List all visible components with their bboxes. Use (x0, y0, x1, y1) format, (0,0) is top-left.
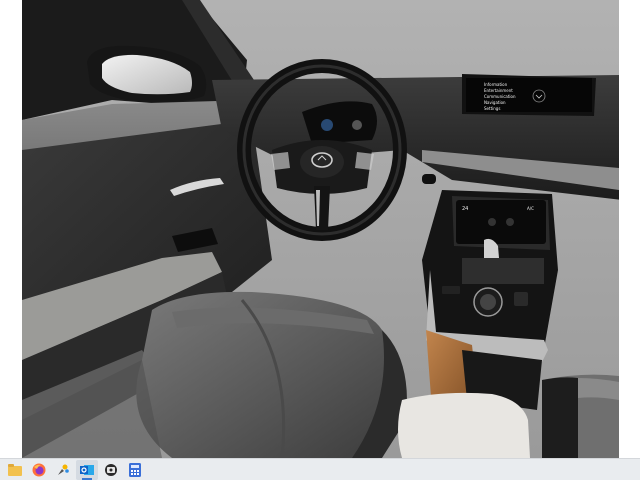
taskbar-item-paint[interactable] (52, 460, 74, 480)
media-player-icon (105, 463, 117, 476)
infotainment-menu-item: Information (484, 82, 508, 87)
ac-label: A/C (527, 206, 534, 211)
car-interior-viewer[interactable]: Information Entertainment Communication … (22, 0, 619, 458)
climate-touch-panel[interactable]: 24 A/C (456, 200, 546, 244)
infotainment-menu-item: Entertainment (484, 88, 513, 93)
outlook-icon (80, 464, 94, 475)
passenger-seat (542, 374, 619, 458)
file-explorer-icon (8, 463, 22, 476)
taskbar-item-firefox[interactable] (28, 460, 50, 480)
calculator-icon (129, 462, 141, 477)
infotainment-menu-item: Communication (484, 94, 516, 99)
taskbar (0, 458, 640, 480)
air-vent (422, 174, 436, 184)
driver-seat (136, 291, 407, 458)
firefox-icon (32, 463, 46, 476)
center-console: 24 A/C (422, 190, 558, 420)
infotainment-screen: Information Entertainment Communication … (462, 74, 596, 116)
taskbar-item-calculator[interactable] (124, 460, 146, 480)
infotainment-menu-item: Settings (484, 106, 500, 111)
car-interior-render: Information Entertainment Communication … (22, 0, 619, 458)
paint-icon (58, 464, 69, 475)
temperature-readout: 24 (462, 206, 468, 212)
taskbar-item-file-explorer[interactable] (4, 460, 26, 480)
center-armrest (398, 392, 530, 458)
taskbar-item-media-player[interactable] (100, 460, 122, 480)
infotainment-menu-item: Navigation (484, 100, 506, 105)
taskbar-item-outlook[interactable] (76, 459, 98, 480)
